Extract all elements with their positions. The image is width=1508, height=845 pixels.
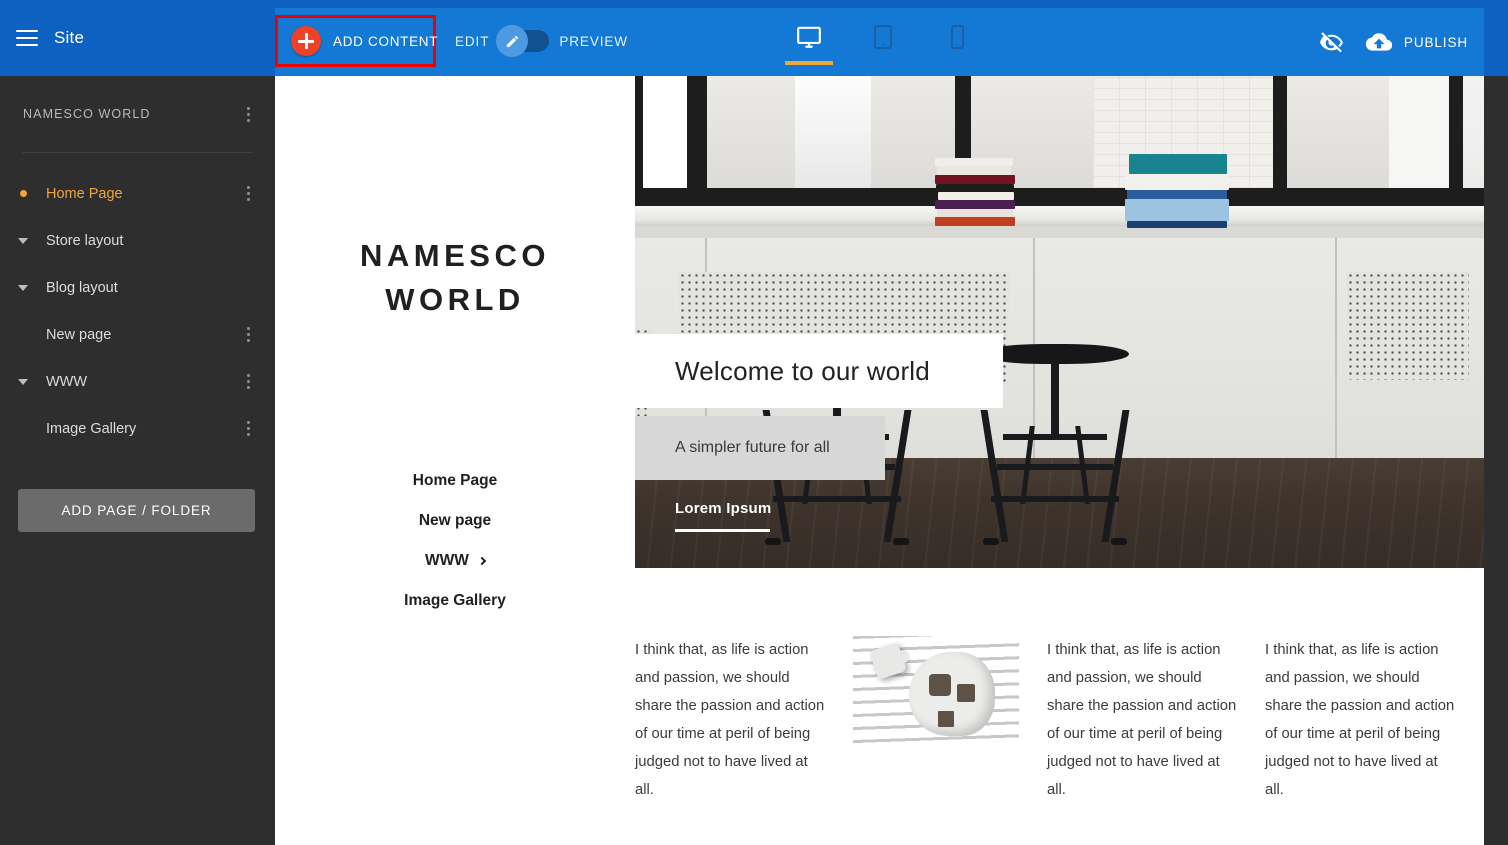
hero-subtitle-box[interactable]: A simpler future for all <box>635 416 885 480</box>
sidebar-item-label: WWW <box>46 373 88 390</box>
hero-kicker: Lorem Ipsum <box>675 500 772 517</box>
mobile-phone-icon <box>947 24 967 50</box>
tablet-icon <box>871 24 895 50</box>
toolbar-left-section: Site <box>0 0 275 76</box>
sidebar-item-label: Image Gallery <box>46 420 137 437</box>
add-page-folder-button[interactable]: ADD PAGE / FOLDER <box>18 489 255 532</box>
caret-down-icon[interactable] <box>0 284 46 291</box>
column-text: I think that, as life is action and pass… <box>635 642 825 798</box>
kebab-menu-icon-home-page[interactable] <box>239 184 257 204</box>
column-text: I think that, as life is action and pass… <box>1265 642 1455 798</box>
nav-item-label: Image Gallery <box>404 592 506 609</box>
puzzle-head-shape <box>909 652 995 736</box>
add-content-label: ADD CONTENT <box>333 33 439 49</box>
kebab-menu-icon-www[interactable] <box>239 372 257 392</box>
site-label: Site <box>54 28 85 47</box>
site-logo-line2: WORLD <box>385 282 525 318</box>
sidebar-item-www[interactable]: WWW <box>0 358 275 405</box>
sidebar-item-store-layout[interactable]: Store layout <box>0 217 275 264</box>
content-column-2[interactable]: I think that, as life is action and pass… <box>1047 636 1237 845</box>
nav-item-label: Home Page <box>412 472 498 489</box>
edit-preview-toggle-group: EDIT PREVIEW <box>455 25 628 57</box>
sidebar-site-title: NAMESCO WORLD <box>23 107 151 121</box>
kebab-menu-icon-image-gallery[interactable] <box>239 419 257 439</box>
site-left-column: NAMESCO WORLD Home Page New page WWW Ima… <box>275 76 635 845</box>
chevron-right-icon <box>477 556 487 565</box>
sidebar-site-header: NAMESCO WORLD <box>0 76 275 152</box>
sidebar-item-label: New page <box>46 326 112 343</box>
desktop-active-underline <box>785 61 833 65</box>
hamburger-icon[interactable] <box>16 30 38 46</box>
mobile-underline <box>933 61 981 65</box>
device-desktop-button[interactable] <box>785 24 833 65</box>
edit-preview-toggle[interactable] <box>496 25 550 57</box>
publish-group: PUBLISH <box>1319 30 1468 55</box>
desktop-monitor-icon <box>795 24 823 50</box>
site-navigation: Home Page New page WWW Image Gallery <box>275 461 635 621</box>
sidebar-item-label: Blog layout <box>46 279 118 296</box>
puzzle-piece-shape <box>869 642 907 680</box>
caret-down-icon[interactable] <box>0 378 46 385</box>
publish-label[interactable]: PUBLISH <box>1404 35 1468 50</box>
content-columns: I think that, as life is action and pass… <box>635 568 1484 845</box>
page-tree: Home Page Store layout Blog layout New p… <box>0 170 275 452</box>
pencil-icon <box>505 34 520 49</box>
sidebar-divider <box>22 152 253 153</box>
active-dot-marker <box>0 190 46 197</box>
kebab-menu-icon-new-page[interactable] <box>239 325 257 345</box>
device-switcher <box>785 24 979 65</box>
sidebar-item-blog-layout[interactable]: Blog layout <box>0 264 275 311</box>
column-text: I think that, as life is action and pass… <box>1047 642 1237 798</box>
nav-item-label: WWW <box>425 552 469 569</box>
add-content-button[interactable]: ADD CONTENT <box>275 15 439 67</box>
sidebar-item-label: Store layout <box>46 232 124 249</box>
kebab-menu-icon-site[interactable] <box>239 104 257 124</box>
hero-title-box[interactable]: Welcome to our world <box>635 334 1003 408</box>
hero-kicker-rule <box>675 529 770 532</box>
sidebar-item-label: Home Page <box>46 185 123 202</box>
caret-down-icon[interactable] <box>0 237 46 244</box>
nav-item-label: New page <box>418 512 492 529</box>
right-gutter <box>1484 76 1508 845</box>
cloud-upload-icon[interactable] <box>1365 32 1392 54</box>
eye-off-icon[interactable] <box>1319 30 1344 55</box>
nav-item-new-page[interactable]: New page <box>275 501 635 541</box>
content-column-3[interactable]: I think that, as life is action and pass… <box>1265 636 1455 845</box>
toolbar-main-panel: ADD CONTENT EDIT PREVIEW PUBLISH <box>275 8 1484 76</box>
hero-kicker-block[interactable]: Lorem Ipsum <box>675 500 771 532</box>
device-tablet-button[interactable] <box>861 24 905 65</box>
hero-section[interactable]: Welcome to our world A simpler future fo… <box>635 76 1484 568</box>
hero-background-image <box>635 76 1484 568</box>
content-column-1[interactable]: I think that, as life is action and pass… <box>635 636 825 845</box>
plus-circle-icon <box>291 26 321 56</box>
preview-label: PREVIEW <box>559 33 628 49</box>
sidebar-item-image-gallery[interactable]: Image Gallery <box>0 405 275 452</box>
site-preview-canvas: NAMESCO WORLD Home Page New page WWW Ima… <box>275 76 1484 845</box>
site-logo-line1: NAMESCO <box>360 238 550 273</box>
nav-item-image-gallery[interactable]: Image Gallery <box>275 581 635 621</box>
left-sidebar: NAMESCO WORLD Home Page Store layout Blo… <box>0 76 275 845</box>
top-toolbar: Site ADD CONTENT EDIT PREVIEW PUBLISH <box>0 0 1508 76</box>
site-logo: NAMESCO WORLD <box>275 234 635 322</box>
edit-label: EDIT <box>455 33 490 49</box>
nav-item-www[interactable]: WWW <box>275 541 635 581</box>
stool-right <box>980 344 1130 545</box>
sidebar-item-home-page[interactable]: Home Page <box>0 170 275 217</box>
sidebar-item-new-page[interactable]: New page <box>0 311 275 358</box>
content-column-image[interactable] <box>853 636 1019 746</box>
toggle-knob <box>496 25 529 57</box>
hero-subtitle: A simpler future for all <box>675 439 830 456</box>
tablet-underline <box>859 61 907 65</box>
nav-item-home-page[interactable]: Home Page <box>275 461 635 501</box>
device-mobile-button[interactable] <box>935 24 979 65</box>
hero-title: Welcome to our world <box>675 355 930 386</box>
